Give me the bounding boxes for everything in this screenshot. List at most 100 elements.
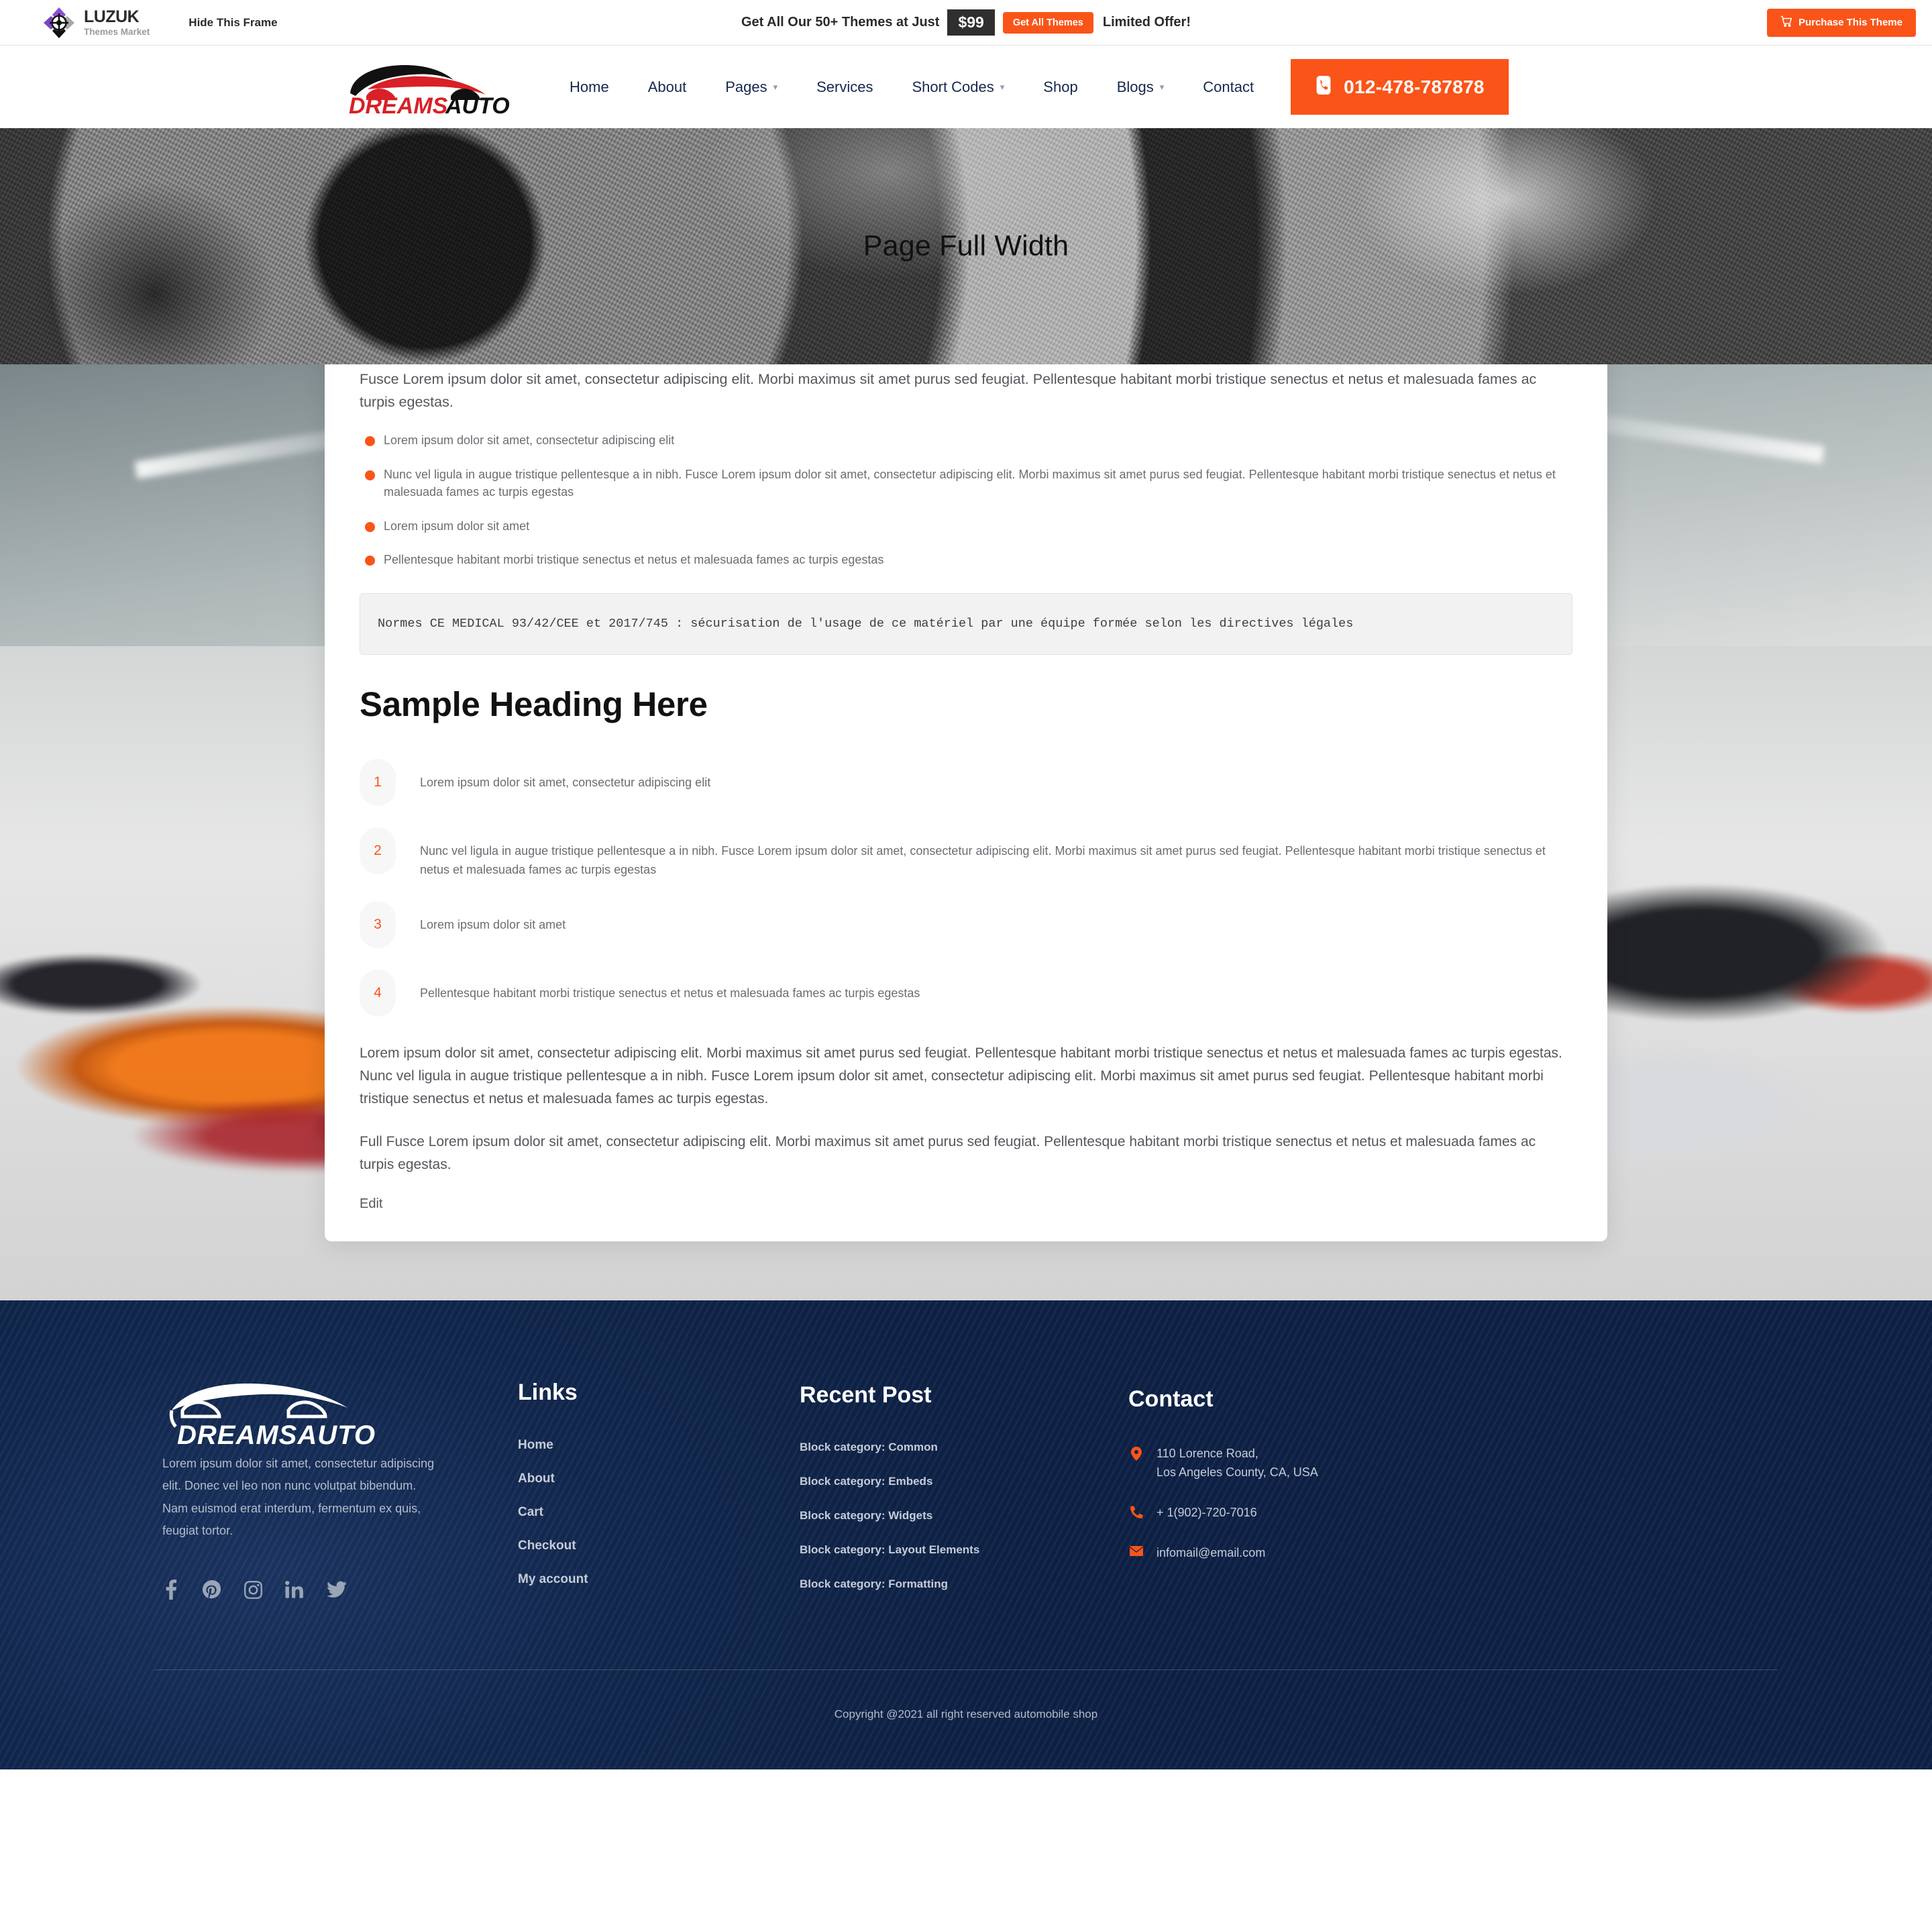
footer-dreamsauto-logo[interactable]: DREAMSAUTO: [162, 1383, 384, 1452]
get-all-themes-button[interactable]: Get All Themes: [1002, 11, 1093, 34]
hide-this-frame-button[interactable]: Hide This Frame: [189, 16, 277, 30]
footer-description: Lorem ipsum dolor sit amet, consectetur …: [162, 1457, 435, 1538]
list-item: Lorem ipsum dolor sit amet, consectetur …: [360, 431, 1572, 450]
header-phone-button[interactable]: 012-478-787878: [1291, 59, 1509, 115]
contact-email: infomail@email.com: [1157, 1545, 1266, 1559]
nav-label: Shop: [1043, 78, 1078, 95]
nav-item-home[interactable]: Home: [550, 79, 629, 96]
footer-link-checkout[interactable]: Checkout: [518, 1539, 576, 1553]
sample-heading: Sample Heading Here: [360, 685, 708, 724]
phone-icon: [1128, 1504, 1144, 1518]
nav-label: Blogs: [1116, 78, 1154, 95]
nav-item-services[interactable]: Services: [797, 79, 892, 96]
nav-item-about[interactable]: About: [629, 79, 706, 96]
instagram-icon[interactable]: [244, 1580, 262, 1602]
footer-links-title: Links: [518, 1380, 578, 1406]
promo-limited-offer-text: Limited Offer!: [1102, 15, 1191, 30]
chevron-down-icon: ▾: [1000, 82, 1005, 92]
footer-link-home[interactable]: Home: [518, 1438, 553, 1452]
bullet-list: Lorem ipsum dolor sit amet, consectetur …: [360, 431, 1572, 569]
nav-item-contact[interactable]: Contact: [1183, 79, 1273, 96]
cart-icon: [1780, 15, 1792, 30]
social-links-row: [162, 1580, 471, 1603]
list-item-text: Pellentesque habitant morbi tristique se…: [420, 986, 920, 1000]
recent-post-link[interactable]: Block category: Layout Elements: [800, 1543, 979, 1556]
luzuk-diamond-icon: [42, 5, 76, 40]
list-item: My account: [518, 1572, 800, 1587]
purchase-button-label: Purchase This Theme: [1798, 17, 1902, 28]
luzuk-logo[interactable]: LUZUK Themes Market: [42, 5, 150, 40]
body-paragraph-1: Lorem ipsum dolor sit amet, consectetur …: [360, 1045, 1562, 1107]
contact-phone: + 1(902)-720-7016: [1157, 1505, 1257, 1519]
nav-label: Pages: [725, 78, 767, 95]
dreamsauto-logo[interactable]: DREAMS AUTO: [343, 58, 523, 116]
footer-link-about[interactable]: About: [518, 1472, 555, 1486]
luzuk-brand-name: LUZUK: [84, 7, 140, 26]
promo-offer-group: Get All Our 50+ Themes at Just $99 Get A…: [741, 0, 1191, 45]
contact-address: 110 Lorence Road, Los Angeles County, CA…: [1157, 1445, 1318, 1482]
numbered-list: 1 Lorem ipsum dolor sit amet, consectetu…: [360, 759, 1572, 1017]
contact-phone-row[interactable]: + 1(902)-720-7016: [1128, 1504, 1504, 1523]
list-number-badge: 2: [360, 827, 396, 875]
linkedin-icon[interactable]: [285, 1580, 304, 1602]
nav-item-short-codes[interactable]: Short Codes ▾: [892, 79, 1024, 96]
footer-recent-post-column: Recent Post Block category: Common Block…: [800, 1374, 1128, 1612]
list-item: 2 Nunc vel ligula in augue tristique pel…: [360, 827, 1572, 880]
recent-post-link[interactable]: Block category: Formatting: [800, 1578, 948, 1590]
footer-link-cart[interactable]: Cart: [518, 1505, 543, 1519]
list-item: Block category: Embeds: [800, 1475, 1128, 1488]
list-item: Cart: [518, 1505, 800, 1520]
edit-link[interactable]: Edit: [360, 1196, 382, 1212]
address-line-1: 110 Lorence Road,: [1157, 1447, 1258, 1461]
list-number-badge: 3: [360, 901, 396, 949]
site-header: DREAMS AUTO Home About Pages ▾ Services …: [0, 46, 1932, 128]
purchase-this-theme-button[interactable]: Purchase This Theme: [1766, 8, 1916, 37]
svg-text:AUTO: AUTO: [445, 93, 510, 116]
contact-email-row[interactable]: infomail@email.com: [1128, 1544, 1504, 1563]
copyright-text: Copyright @2021 all right reserved autom…: [834, 1708, 1098, 1721]
svg-text:DREAMSAUTO: DREAMSAUTO: [177, 1421, 376, 1449]
location-pin-icon: [1128, 1445, 1144, 1461]
recent-post-link[interactable]: Block category: Embeds: [800, 1475, 932, 1488]
recent-post-link[interactable]: Block category: Widgets: [800, 1509, 932, 1522]
page-content-card: Fusce Lorem ipsum dolor sit amet, consec…: [325, 364, 1607, 1242]
content-band: Fusce Lorem ipsum dolor sit amet, consec…: [0, 364, 1932, 1301]
footer-brand-column: DREAMSAUTO Lorem ipsum dolor sit amet, c…: [162, 1374, 518, 1603]
footer-contact-title: Contact: [1128, 1386, 1214, 1412]
twitter-icon[interactable]: [327, 1581, 347, 1602]
code-block: Normes CE MEDICAL 93/42/CEE et 2017/745 …: [360, 593, 1572, 656]
footer-links-column: Links Home About Cart Checkout My accoun…: [518, 1374, 800, 1606]
list-item: Lorem ipsum dolor sit amet: [360, 517, 1572, 535]
facebook-icon[interactable]: [162, 1580, 180, 1603]
list-item: About: [518, 1472, 800, 1486]
nav-label: Services: [816, 78, 873, 95]
list-item: Pellentesque habitant morbi tristique se…: [360, 551, 1572, 569]
footer-recent-post-list: Block category: Common Block category: E…: [800, 1441, 1128, 1591]
page-hero-banner: Page Full Width: [0, 128, 1932, 364]
list-number-badge: 1: [360, 759, 396, 807]
list-item: Home: [518, 1438, 800, 1453]
list-item: Checkout: [518, 1539, 800, 1553]
contact-address-row: 110 Lorence Road, Los Angeles County, CA…: [1128, 1445, 1504, 1482]
list-item-text: Lorem ipsum dolor sit amet, consectetur …: [420, 776, 711, 790]
header-phone-number: 012-478-787878: [1344, 76, 1485, 97]
list-item-text: Nunc vel ligula in augue tristique pelle…: [420, 844, 1546, 877]
footer-link-my-account[interactable]: My account: [518, 1572, 588, 1586]
footer-recent-post-title: Recent Post: [800, 1382, 932, 1408]
footer-contact-column: Contact 110 Lorence Road, Los Angeles Co…: [1128, 1374, 1504, 1584]
envelope-icon: [1128, 1544, 1144, 1556]
svg-text:DREAMS: DREAMS: [349, 93, 448, 116]
address-line-2: Los Angeles County, CA, USA: [1157, 1465, 1318, 1480]
recent-post-link[interactable]: Block category: Common: [800, 1441, 938, 1453]
promo-price-badge: $99: [947, 9, 995, 36]
nav-label: Home: [570, 78, 609, 95]
list-item: Block category: Formatting: [800, 1578, 1128, 1591]
page-title: Page Full Width: [863, 229, 1069, 262]
list-item: 3 Lorem ipsum dolor sit amet: [360, 901, 1572, 949]
nav-item-pages[interactable]: Pages ▾: [706, 79, 797, 96]
pinterest-icon[interactable]: [203, 1580, 221, 1602]
chevron-down-icon: ▾: [1159, 82, 1165, 92]
nav-label: Contact: [1203, 78, 1254, 95]
nav-item-shop[interactable]: Shop: [1024, 79, 1097, 96]
nav-item-blogs[interactable]: Blogs ▾: [1097, 79, 1184, 96]
